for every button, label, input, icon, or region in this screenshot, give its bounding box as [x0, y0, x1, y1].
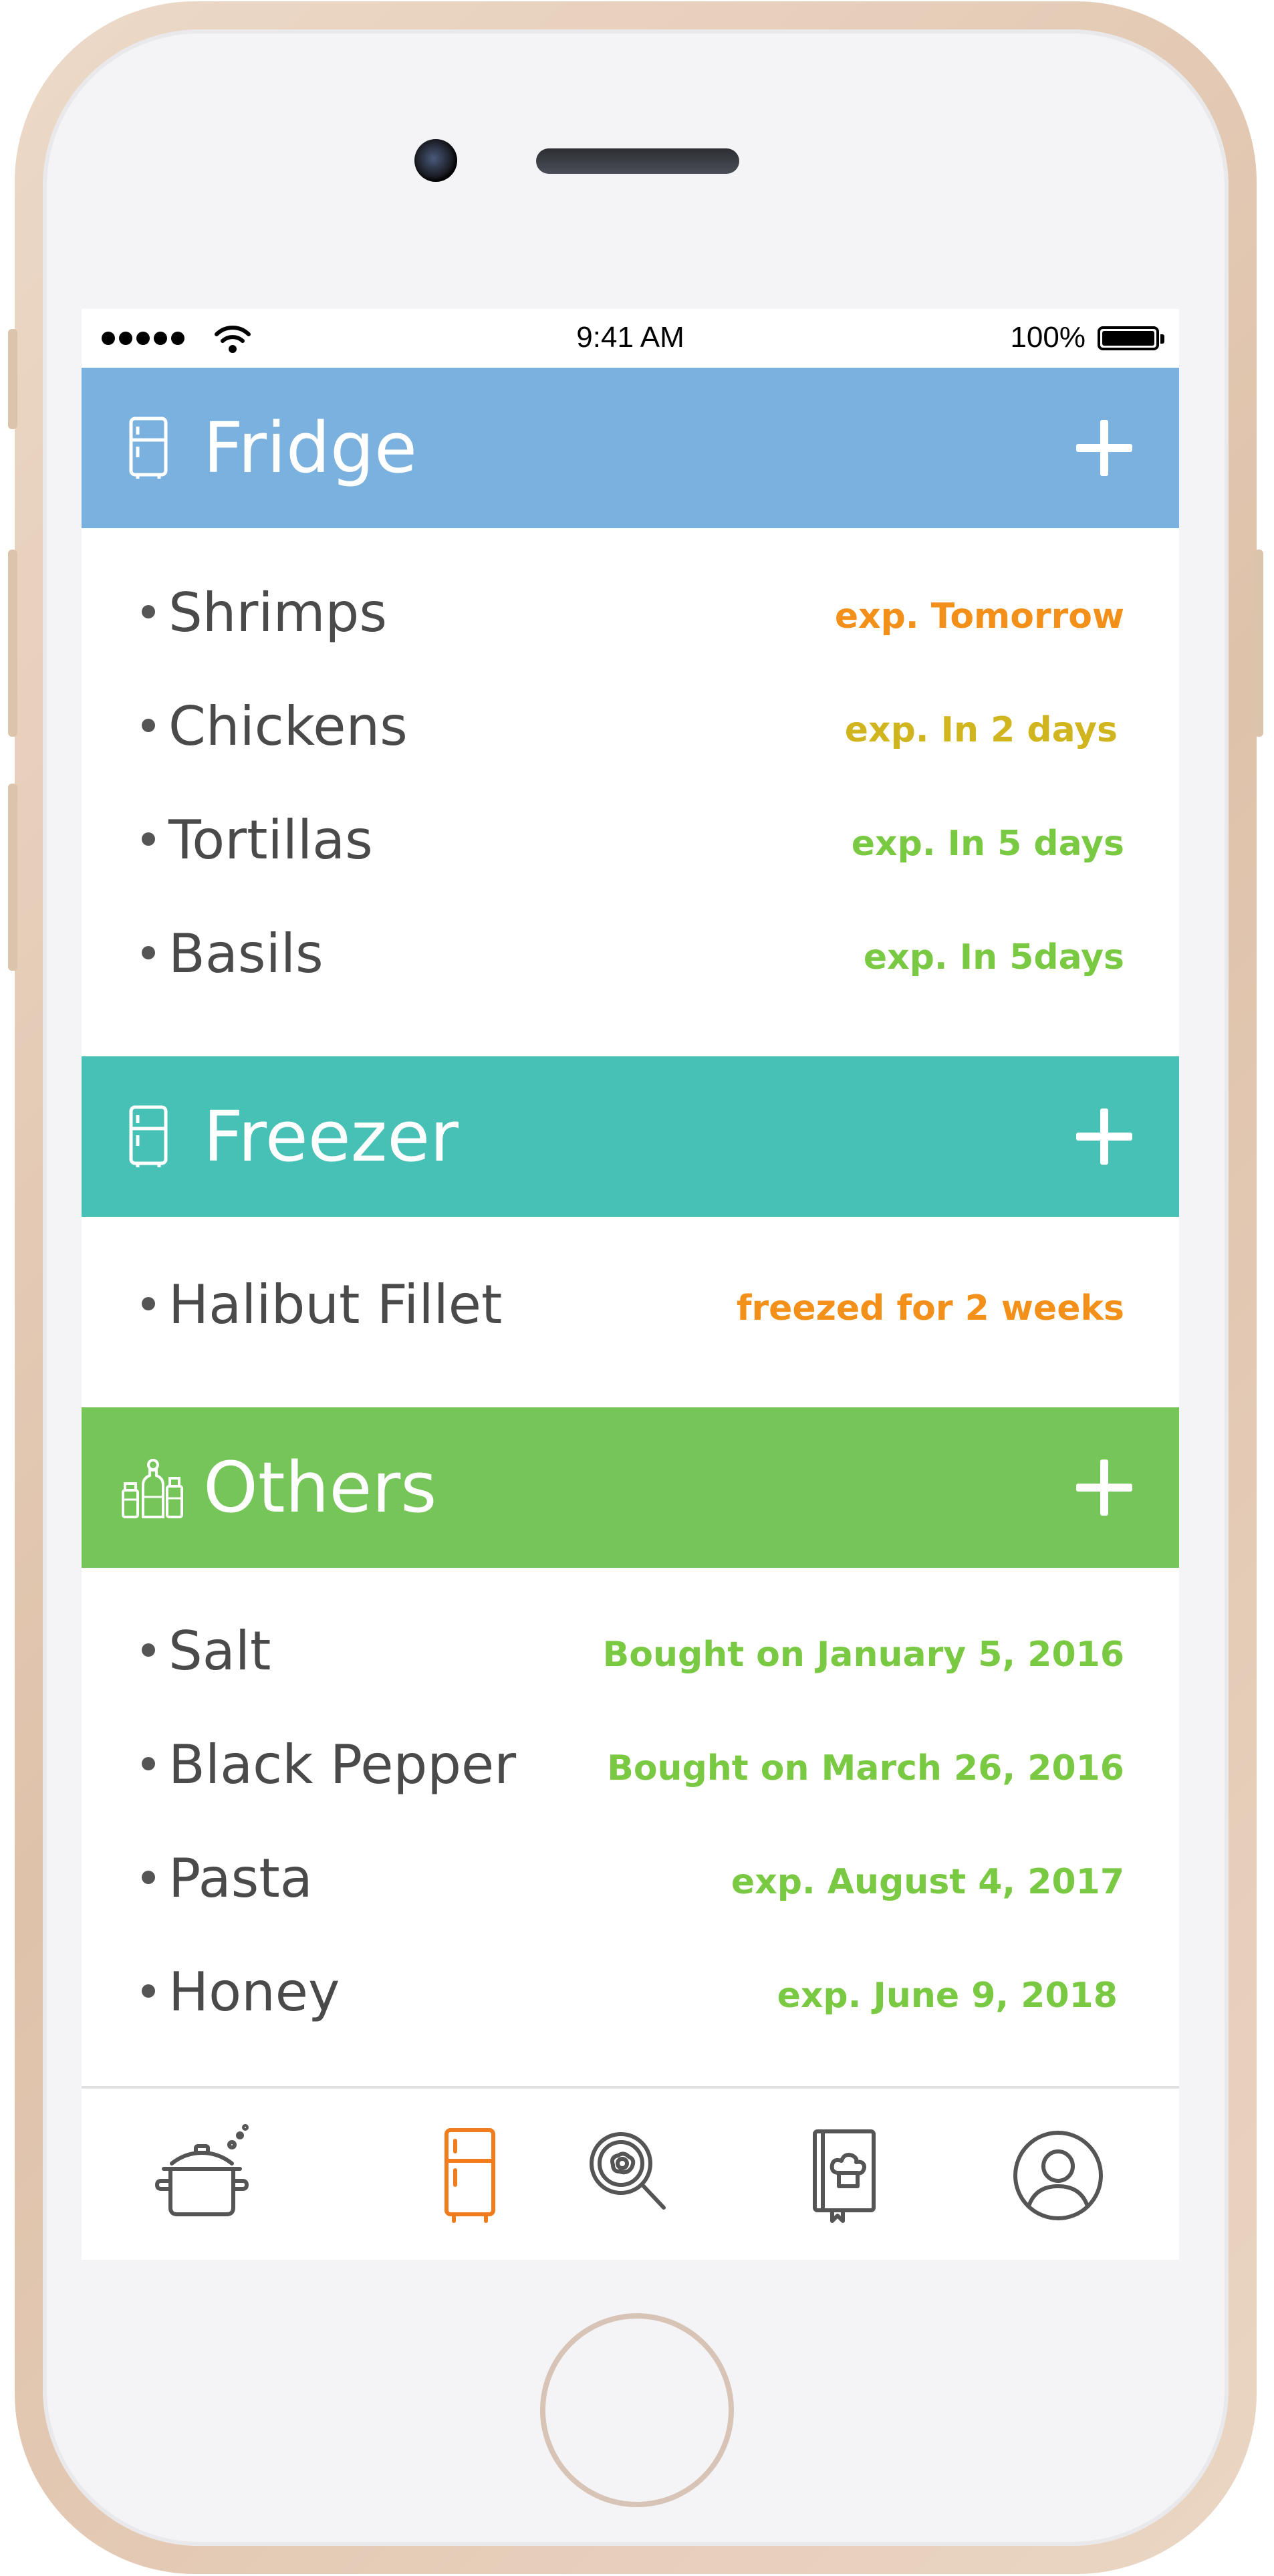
tab-profile[interactable] — [1005, 2122, 1112, 2229]
expiry-status: exp. In 2 days — [844, 710, 1118, 750]
section-header-fridge: Fridge — [82, 368, 1179, 528]
section-title: Others — [203, 1447, 437, 1528]
section-header-freezer: Freezer — [82, 1056, 1179, 1217]
volume-down-button — [8, 784, 17, 971]
add-fridge-item-button[interactable] — [1076, 420, 1132, 476]
bullet — [142, 1757, 155, 1770]
expiry-status: exp. Tomorrow — [834, 596, 1124, 636]
freeze-status: freezed for 2 weeks — [736, 1288, 1124, 1328]
list-item[interactable]: Honey exp. June 9, 2018 — [82, 1936, 1179, 2049]
expiry-status: exp. In 5 days — [851, 824, 1124, 864]
item-name: Shrimps — [168, 582, 387, 644]
bullet — [142, 719, 155, 732]
item-name: Salt — [168, 1620, 271, 1682]
expiry-status: exp. August 4, 2017 — [731, 1862, 1124, 1902]
list-item[interactable]: Shrimps exp. Tomorrow — [82, 556, 1179, 670]
list-item[interactable]: Salt Bought on January 5, 2016 — [82, 1595, 1179, 1708]
app-screen: 9:41 AM 100% Fridge Shrimps exp. Tomorro… — [82, 309, 1179, 2260]
tab-fridge[interactable] — [416, 2122, 523, 2229]
home-button[interactable] — [540, 2313, 734, 2507]
battery-percentage: 100% — [1010, 321, 1086, 354]
tab-bar — [82, 2086, 1179, 2260]
expiry-status: exp. In 5days — [863, 937, 1124, 977]
cooking-pot-icon — [154, 2124, 249, 2216]
tab-cooking[interactable] — [152, 2122, 259, 2229]
purchase-date: Bought on January 5, 2016 — [602, 1635, 1124, 1675]
item-name: Pasta — [168, 1847, 313, 1909]
bullet — [142, 1984, 155, 1998]
front-camera — [414, 139, 457, 182]
volume-up-button — [8, 550, 17, 737]
mute-switch — [8, 329, 17, 429]
item-name: Honey — [168, 1961, 340, 2023]
list-item[interactable]: Chickens exp. In 2 days — [82, 670, 1179, 784]
battery-icon — [1098, 326, 1164, 350]
purchase-date: Bought on March 26, 2016 — [607, 1748, 1124, 1788]
bullet — [142, 832, 155, 846]
add-freezer-item-button[interactable] — [1076, 1108, 1132, 1165]
fridge-icon — [129, 417, 168, 479]
section-title: Fridge — [203, 407, 417, 489]
list-item[interactable]: Halibut Fillet freezed for 2 weeks — [82, 1248, 1179, 1362]
tab-search[interactable] — [577, 2122, 684, 2229]
item-name: Black Pepper — [168, 1734, 517, 1796]
list-item[interactable]: Tortillas exp. In 5 days — [82, 784, 1179, 897]
bullet — [142, 946, 155, 959]
section-title: Freezer — [203, 1096, 459, 1177]
list-item[interactable]: Pasta exp. August 4, 2017 — [82, 1822, 1179, 1936]
profile-icon — [1013, 2131, 1103, 2220]
item-name: Basils — [168, 923, 324, 985]
status-bar: 9:41 AM 100% — [82, 309, 1179, 368]
item-name: Halibut Fillet — [168, 1274, 503, 1336]
search-pan-icon — [590, 2132, 666, 2210]
bullet — [142, 1297, 155, 1310]
bullet — [142, 1871, 155, 1884]
bullet — [142, 605, 155, 618]
list-item[interactable]: Basils exp. In 5days — [82, 897, 1179, 1011]
fridge-icon — [444, 2128, 495, 2223]
list-item[interactable]: Black Pepper Bought on March 26, 2016 — [82, 1708, 1179, 1822]
recipe-book-icon — [813, 2129, 876, 2223]
bullet — [142, 1643, 155, 1657]
power-button — [1254, 550, 1263, 737]
add-others-item-button[interactable] — [1076, 1459, 1132, 1516]
tab-recipes[interactable] — [791, 2122, 898, 2229]
section-header-others: Others — [82, 1407, 1179, 1568]
item-name: Chickens — [168, 695, 408, 757]
item-name: Tortillas — [168, 809, 373, 871]
expiry-status: exp. June 9, 2018 — [777, 1976, 1118, 2016]
fridge-icon — [129, 1105, 168, 1167]
earpiece-speaker — [536, 148, 739, 174]
spice-jars-icon — [122, 1459, 183, 1518]
